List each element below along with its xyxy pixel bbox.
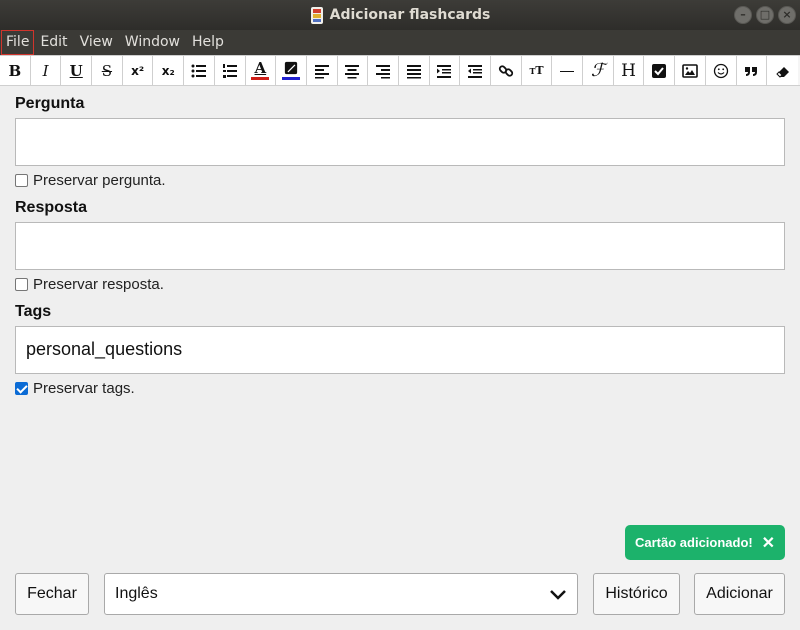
numbered-list-button[interactable] <box>214 56 246 85</box>
close-window-icon[interactable]: × <box>778 6 796 24</box>
heading-button[interactable]: H <box>613 56 645 85</box>
highlighter-icon <box>284 61 298 75</box>
checklist-button[interactable] <box>644 56 676 85</box>
minimize-icon[interactable]: – <box>734 6 752 24</box>
app-icon <box>310 6 323 24</box>
menu-edit[interactable]: Edit <box>34 30 73 55</box>
link-button[interactable] <box>491 56 522 85</box>
question-field[interactable] <box>15 118 785 166</box>
add-button[interactable]: Adicionar <box>694 573 785 615</box>
outdent-icon <box>468 64 483 78</box>
formula-icon: ℱ <box>590 60 605 81</box>
window-title: Adicionar flashcards <box>329 7 491 23</box>
format-toolbar: B I U S x² x₂ A TT ℱ H <box>0 55 800 86</box>
bullet-list-button[interactable] <box>184 56 215 85</box>
preserve-question-label: Preservar pergunta. <box>33 172 166 189</box>
preserve-tags-row[interactable]: Preservar tags. <box>15 380 135 397</box>
toast-close-icon[interactable]: ✕ <box>762 533 775 553</box>
preserve-answer-row[interactable]: Preservar resposta. <box>15 276 164 293</box>
highlight-color-swatch <box>282 77 301 80</box>
answer-label: Resposta <box>15 199 88 216</box>
italic-button[interactable]: I <box>30 56 62 85</box>
justify-button[interactable] <box>398 56 430 85</box>
image-button[interactable] <box>675 56 706 85</box>
justify-icon <box>406 64 421 78</box>
text-color-swatch <box>251 77 270 80</box>
horizontal-rule-button[interactable] <box>552 56 584 85</box>
menu-view[interactable]: View <box>74 30 119 55</box>
preserve-answer-label: Preservar resposta. <box>33 276 164 293</box>
menu-file[interactable]: File <box>1 30 35 55</box>
align-right-icon <box>376 64 391 78</box>
font-size-button[interactable]: TT <box>521 56 553 85</box>
align-center-button[interactable] <box>337 56 369 85</box>
clear-format-button[interactable] <box>767 56 798 85</box>
deck-select[interactable]: Inglês <box>104 573 578 615</box>
toast-message: Cartão adicionado! <box>635 535 753 550</box>
highlight-color-button[interactable] <box>276 56 307 85</box>
tags-field[interactable]: personal_questions <box>15 326 785 374</box>
align-right-button[interactable] <box>368 56 399 85</box>
question-label: Pergunta <box>15 95 85 112</box>
smiley-icon <box>713 63 728 78</box>
bold-button[interactable]: B <box>0 56 31 85</box>
checkbox-icon <box>652 63 667 78</box>
quote-button[interactable] <box>736 56 768 85</box>
menu-window[interactable]: Window <box>119 30 186 55</box>
menu-bar: File Edit View Window Help <box>0 30 800 55</box>
indent-icon <box>437 64 452 78</box>
font-size-icon: TT <box>529 64 544 77</box>
image-icon <box>682 63 698 78</box>
close-button[interactable]: Fechar <box>15 573 89 615</box>
success-toast: Cartão adicionado! ✕ <box>625 525 785 560</box>
deck-select-value: Inglês <box>115 585 158 602</box>
numbered-list-icon <box>222 63 237 78</box>
horizontal-rule-icon <box>560 70 575 72</box>
link-icon <box>498 64 513 77</box>
maximize-icon[interactable]: □ <box>756 6 774 24</box>
eraser-icon <box>775 66 789 78</box>
answer-field[interactable] <box>15 222 785 270</box>
formula-button[interactable]: ℱ <box>583 56 614 85</box>
emoji-button[interactable] <box>705 56 737 85</box>
tags-label: Tags <box>15 303 52 320</box>
preserve-answer-checkbox[interactable] <box>15 278 28 291</box>
underline-button[interactable]: U <box>61 56 93 85</box>
strikethrough-button[interactable]: S <box>92 56 123 85</box>
bullet-list-icon <box>191 64 206 77</box>
history-button[interactable]: Histórico <box>593 573 680 615</box>
preserve-question-row[interactable]: Preservar pergunta. <box>15 172 166 189</box>
preserve-question-checkbox[interactable] <box>15 174 28 187</box>
text-color-button[interactable]: A <box>245 56 277 85</box>
tags-value: personal_questions <box>26 339 183 359</box>
subscript-button[interactable]: x₂ <box>153 56 185 85</box>
question-value <box>16 119 784 143</box>
title-bar: Adicionar flashcards – □ × <box>0 0 800 30</box>
superscript-button[interactable]: x² <box>122 56 154 85</box>
align-left-button[interactable] <box>306 56 338 85</box>
align-left-icon <box>314 64 329 78</box>
indent-button[interactable] <box>429 56 461 85</box>
preserve-tags-label: Preservar tags. <box>33 380 135 397</box>
quote-icon <box>745 66 758 76</box>
outdent-button[interactable] <box>460 56 491 85</box>
menu-help[interactable]: Help <box>186 30 230 55</box>
chevron-down-icon <box>550 590 566 600</box>
preserve-tags-checkbox[interactable] <box>15 382 28 395</box>
answer-value <box>16 223 784 247</box>
align-center-icon <box>345 64 360 78</box>
